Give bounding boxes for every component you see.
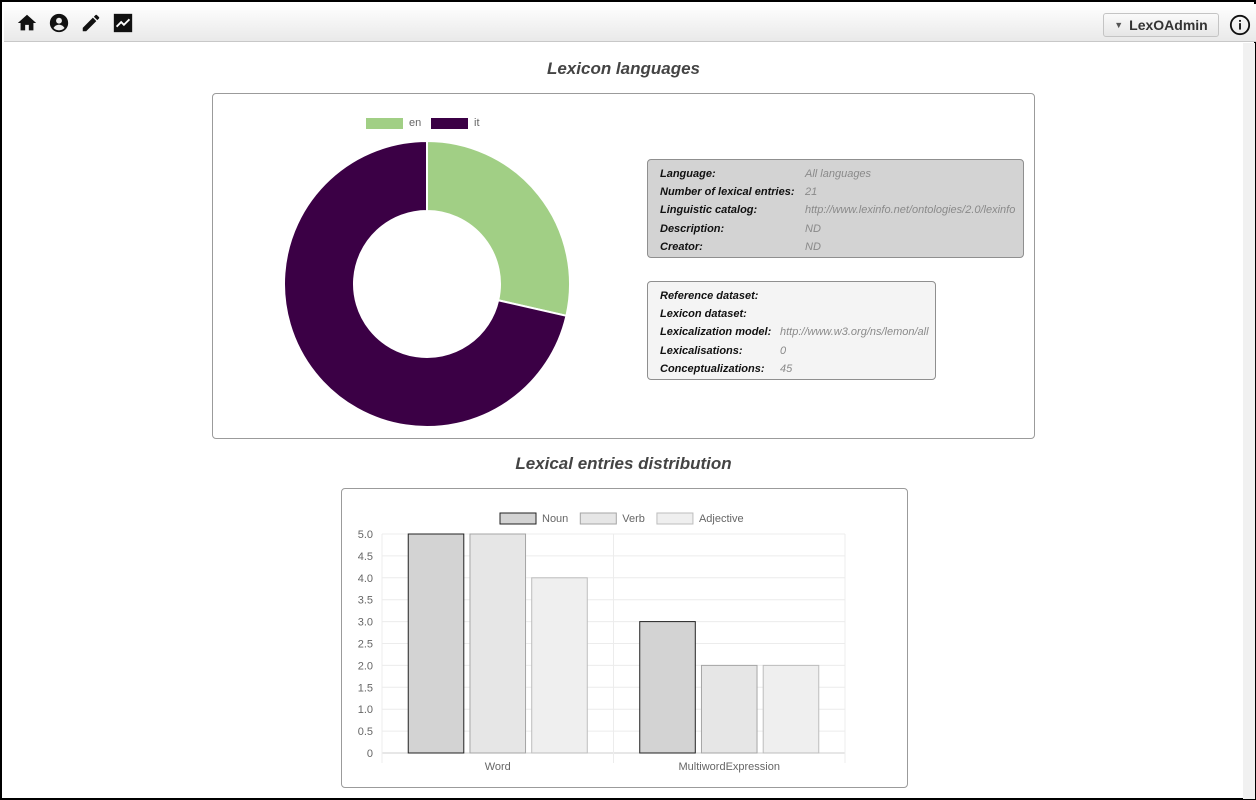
- description-value: ND: [805, 222, 821, 235]
- entries-count-key: Number of lexical entries:: [660, 186, 795, 199]
- x-tick-label: Word: [485, 761, 511, 773]
- distribution-panel: Noun Verb Adjective 5.0 4.5 4.0 3.5 3.0 2.5 2.0 1.…: [341, 488, 908, 788]
- reference-dataset-key: Reference dataset:: [660, 290, 759, 303]
- creator-row: Creator: ND: [660, 238, 1019, 256]
- bar-verb-multiwordexpression[interactable]: [700, 664, 758, 754]
- y-tick-label: 3.0: [358, 617, 373, 629]
- main-content: Lexicon languages en it Language: All la…: [4, 43, 1243, 799]
- home-icon[interactable]: [16, 12, 38, 34]
- legend-label-it: it: [474, 117, 480, 129]
- y-tick-label: 0: [367, 748, 373, 760]
- legend-swatch-verb: [579, 512, 617, 525]
- bar-verb-word[interactable]: [469, 533, 527, 754]
- entries-count-value: 21: [805, 186, 818, 199]
- top-toolbar: ▼ LexOAdmin: [4, 4, 1256, 42]
- creator-key: Creator:: [660, 240, 703, 253]
- conceptualizations-key: Conceptualizations:: [660, 362, 765, 375]
- bar-noun-multiwordexpression[interactable]: [639, 621, 696, 754]
- description-key: Description:: [660, 222, 725, 235]
- lexicalisations-row: Lexicalisations: 0: [660, 342, 931, 360]
- y-tick-label: 4.0: [358, 573, 373, 585]
- vertical-scrollbar[interactable]: [1243, 43, 1255, 799]
- language-value: All languages: [805, 168, 872, 181]
- x-tick-label: MultiwordExpression: [679, 761, 780, 773]
- languages-panel: en it Language: All languages Number of …: [212, 93, 1035, 439]
- linguistic-catalog-key: Linguistic catalog:: [660, 204, 758, 217]
- lexicon-dataset-key: Lexicon dataset:: [660, 308, 747, 321]
- bar-adjective-word[interactable]: [531, 577, 588, 754]
- bar-noun-word[interactable]: [407, 533, 465, 754]
- user-menu-label: LexOAdmin: [1129, 17, 1208, 33]
- y-tick-label: 2.0: [358, 660, 373, 672]
- y-tick-label: 4.5: [358, 551, 373, 563]
- lexical-entries-bar-chart: Noun Verb Adjective 5.0 4.5 4.0 3.5 3.0 2.5 2.0 1.…: [358, 512, 846, 773]
- lexicon-dataset-row: Lexicon dataset:: [660, 305, 931, 323]
- doughnut-slice-en[interactable]: [426, 139, 571, 318]
- lexicon-languages-title: Lexicon languages: [546, 59, 701, 78]
- legend-swatch-it: [431, 117, 468, 129]
- bar-adjective-multiwordexpression[interactable]: [762, 664, 820, 754]
- lexicalization-model-key: Lexicalization model:: [660, 326, 772, 339]
- linguistic-catalog-row: Linguistic catalog: http://www.lexinfo.n…: [660, 201, 1019, 219]
- y-tick-label: 0.5: [358, 726, 373, 738]
- legend-item-adjective[interactable]: Adjective: [656, 512, 744, 525]
- y-tick-label: 3.5: [358, 595, 373, 607]
- legend-label-adjective: Adjective: [699, 513, 744, 525]
- legend-item-verb[interactable]: Verb: [579, 512, 645, 525]
- y-tick-label: 2.5: [358, 639, 373, 651]
- lexical-entries-distribution-title: Lexical entries distribution: [515, 454, 732, 473]
- reference-dataset-row: Reference dataset:: [660, 287, 931, 305]
- pencil-icon[interactable]: [80, 12, 102, 34]
- chart-line-icon[interactable]: [112, 12, 134, 34]
- legend-label-verb: Verb: [622, 513, 645, 525]
- legend-item-it[interactable]: it: [431, 117, 480, 129]
- lexicalisations-key: Lexicalisations:: [660, 344, 743, 357]
- app-window: ▼ LexOAdmin Lexicon languages en it Lang…: [0, 0, 1256, 800]
- legend-label-en: en: [409, 117, 422, 129]
- dataset-info-box: Reference dataset: Lexicon dataset: Lexi…: [647, 281, 936, 380]
- language-info-box: Language: All languages Number of lexica…: [647, 159, 1024, 258]
- lexicalisations-value: 0: [780, 344, 787, 357]
- legend-item-noun[interactable]: Noun: [499, 512, 568, 525]
- account-circle-icon[interactable]: [48, 12, 70, 34]
- legend-item-en[interactable]: en: [366, 117, 421, 129]
- lexicalization-model-value: http://www.w3.org/ns/lemon/all: [780, 326, 929, 339]
- y-tick-label: 5.0: [358, 529, 373, 541]
- description-row: Description: ND: [660, 220, 1019, 238]
- info-icon[interactable]: [1229, 14, 1251, 36]
- legend-swatch-adjective: [656, 512, 694, 525]
- entries-count-row: Number of lexical entries: 21: [660, 183, 1019, 201]
- y-tick-label: 1.5: [358, 682, 373, 694]
- legend-swatch-noun: [499, 512, 537, 525]
- language-key: Language:: [660, 168, 716, 181]
- linguistic-catalog-value: http://www.lexinfo.net/ontologies/2.0/le…: [805, 204, 1016, 217]
- legend-swatch-en: [366, 117, 403, 129]
- conceptualizations-value: 45: [780, 362, 793, 375]
- languages-doughnut-chart: [283, 139, 571, 428]
- language-row: Language: All languages: [660, 165, 1019, 183]
- caret-down-icon: ▼: [1114, 20, 1124, 30]
- conceptualizations-row: Conceptualizations: 45: [660, 360, 931, 378]
- creator-value: ND: [805, 240, 821, 253]
- lexicalization-model-row: Lexicalization model: http://www.w3.org/…: [660, 323, 931, 341]
- legend-label-noun: Noun: [542, 513, 568, 525]
- y-tick-label: 1.0: [358, 704, 373, 716]
- user-menu-button[interactable]: ▼ LexOAdmin: [1103, 13, 1219, 37]
